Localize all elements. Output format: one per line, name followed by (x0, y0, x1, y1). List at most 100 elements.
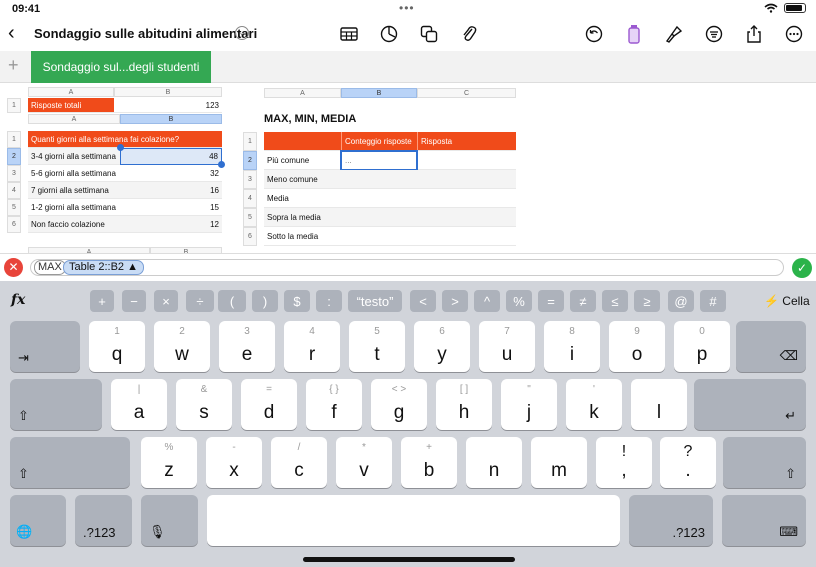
table3-selected-cell[interactable]: ... (340, 150, 418, 171)
table2-row-3-value[interactable]: 32 (120, 165, 222, 182)
dictation-key[interactable]: 🎙 (141, 495, 198, 546)
key-v[interactable]: * v (336, 437, 392, 488)
spreadsheet-canvas[interactable]: A B 1 Risposte totali 123 A B 1 Quanti g… (0, 83, 816, 253)
key-k[interactable]: ' k (566, 379, 622, 430)
table3-row-2[interactable]: 2 (243, 151, 257, 170)
fx-key[interactable]: : (316, 290, 342, 312)
fx-key[interactable]: ( (218, 290, 246, 312)
table3-row-4-values[interactable] (341, 189, 516, 208)
formula-function-token[interactable]: MAX (34, 260, 66, 275)
pencil-active-icon[interactable] (624, 24, 644, 44)
formula-reference-token[interactable]: Table 2::B2 ▲ (63, 260, 144, 275)
table3-row-2-label[interactable]: Più comune (264, 151, 341, 170)
key-o[interactable]: 9o (609, 321, 665, 372)
table2-row-5-label[interactable]: 1-2 giorni alla settimana (28, 199, 120, 216)
table2-row-6-value[interactable]: 12 (120, 216, 222, 233)
table2-row-1[interactable]: 1 (7, 131, 21, 148)
table3-row-6-label[interactable]: Sotto la media (264, 227, 341, 246)
sheet-tab-active[interactable]: Sondaggio sul...degli studenti (31, 51, 211, 83)
add-sheet-icon[interactable]: + (8, 55, 19, 76)
key-q[interactable]: 1q (89, 321, 145, 372)
right-shift-key[interactable]: ⇧ (723, 437, 806, 488)
table3-row-4-label[interactable]: Media (264, 189, 341, 208)
fx-key[interactable]: × (154, 290, 178, 312)
table3-row-2-c[interactable] (418, 151, 516, 170)
table2-header[interactable]: Quanti giorni alla settimana fai colazio… (28, 131, 222, 148)
fx-key[interactable]: ) (252, 290, 278, 312)
undo-icon[interactable] (584, 24, 604, 44)
back-chevron-icon[interactable]: ‹ (8, 22, 15, 45)
table2-row-3-label[interactable]: 5-6 giorni alla settimana (28, 165, 120, 182)
table3-header-c[interactable]: Risposta (417, 132, 516, 151)
key-j[interactable]: " j (501, 379, 557, 430)
key-d[interactable]: = d (241, 379, 297, 430)
key-g[interactable]: < > g (371, 379, 427, 430)
table3-row-5-values[interactable] (341, 208, 516, 227)
fx-key[interactable]: ≤ (602, 290, 628, 312)
share-icon[interactable] (744, 24, 764, 44)
table3-row-3-label[interactable]: Meno comune (264, 170, 341, 189)
key-t[interactable]: 5t (349, 321, 405, 372)
key-i[interactable]: 8i (544, 321, 600, 372)
table1-value-cell[interactable]: 123 (114, 98, 222, 113)
more-icon[interactable] (784, 24, 804, 44)
key-u[interactable]: 7u (479, 321, 535, 372)
key-s[interactable]: & s (176, 379, 232, 430)
table2-row-2[interactable]: 2 (7, 148, 21, 165)
fx-key[interactable]: − (122, 290, 146, 312)
chart-icon[interactable] (379, 24, 399, 44)
format-brush-icon[interactable] (664, 24, 684, 44)
delete-key[interactable]: ⌫ (736, 321, 806, 372)
globe-key[interactable]: 🌐 (10, 495, 66, 546)
key-c[interactable]: / c (271, 437, 327, 488)
table3-col-c[interactable]: C (417, 88, 516, 98)
table3-row-5-label[interactable]: Sopra la media (264, 208, 341, 227)
numbers-key-left[interactable]: .?123 (75, 495, 132, 546)
key-h[interactable]: [ ] h (436, 379, 492, 430)
key-l[interactable]: l (631, 379, 687, 430)
key-z[interactable]: % z (141, 437, 197, 488)
table-icon[interactable] (339, 24, 359, 44)
paperclip-icon[interactable] (459, 24, 479, 44)
fx-key[interactable]: $ (284, 290, 310, 312)
table2-row-5-value[interactable]: 15 (120, 199, 222, 216)
shift-lock-key[interactable]: ⇧ (10, 379, 102, 430)
key-e[interactable]: 3e (219, 321, 275, 372)
key-r[interactable]: 4r (284, 321, 340, 372)
key-p[interactable]: 0p (674, 321, 730, 372)
key-f[interactable]: { } f (306, 379, 362, 430)
key-b[interactable]: + b (401, 437, 457, 488)
cell-reference-button[interactable]: ⚡ Cella (764, 294, 810, 308)
cancel-formula-button[interactable]: ✕ (4, 258, 23, 277)
table3-col-b[interactable]: B (341, 88, 417, 98)
table2-row-4-label[interactable]: 7 giorni alla settimana (28, 182, 120, 199)
numbers-key-right[interactable]: .?123 (629, 495, 713, 546)
table3-header-b[interactable]: Conteggio risposte (341, 132, 417, 151)
return-key[interactable]: ↵ (694, 379, 806, 430)
table2-col-b[interactable]: B (120, 114, 222, 124)
fx-key[interactable]: # (700, 290, 726, 312)
fx-key[interactable]: < (410, 290, 436, 312)
hide-keyboard-key[interactable]: ⌨ (722, 495, 806, 546)
selection-handle-top[interactable] (117, 144, 124, 151)
key-m[interactable]: m (531, 437, 587, 488)
fx-key[interactable]: ≠ (570, 290, 596, 312)
list-menu-icon[interactable] (704, 24, 724, 44)
key-n[interactable]: n (466, 437, 522, 488)
fx-key[interactable]: @ (668, 290, 694, 312)
key-punct[interactable]: ?. (660, 437, 716, 488)
key-a[interactable]: | a (111, 379, 167, 430)
table2-row-2-value[interactable]: 48 (120, 148, 222, 165)
table2-col-a[interactable]: A (28, 114, 120, 124)
table1-label-cell[interactable]: Risposte totali (28, 98, 114, 113)
table1-col-b[interactable]: B (114, 87, 222, 97)
table2-row-6-label[interactable]: Non faccio colazione (28, 216, 120, 233)
tab-key[interactable]: ⇥ (10, 321, 80, 372)
table3-row-1[interactable]: 1 (243, 132, 257, 151)
key-x[interactable]: -x (206, 437, 262, 488)
table2-row-4-value[interactable]: 16 (120, 182, 222, 199)
chevron-down-icon[interactable]: ⌄ (235, 26, 249, 40)
shapes-icon[interactable] (419, 24, 439, 44)
table2-row-6[interactable]: 6 (7, 216, 21, 233)
table3-row-5[interactable]: 5 (243, 208, 257, 227)
